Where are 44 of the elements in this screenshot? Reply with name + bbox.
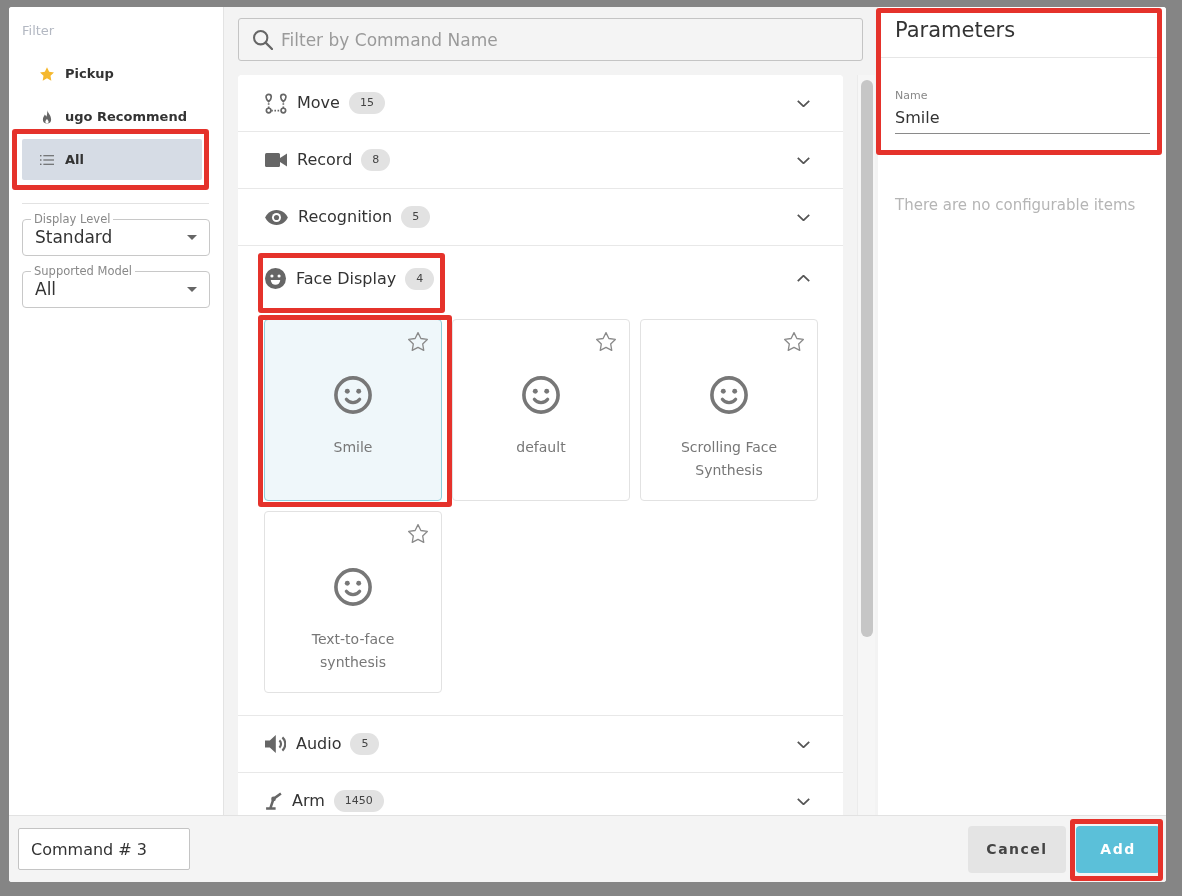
caret-icon: [187, 235, 197, 240]
count-badge: 1450: [333, 790, 384, 812]
eye-icon: [265, 209, 288, 225]
count-badge: 8: [361, 149, 391, 171]
smiley-icon: [334, 376, 372, 414]
command-card[interactable]: default: [452, 319, 630, 501]
filter-item[interactable]: Pickup: [22, 53, 202, 94]
filter-heading: Filter: [22, 22, 55, 40]
command-card[interactable]: Scrolling Face Synthesis: [640, 319, 818, 501]
caret-icon: [187, 287, 197, 292]
video-camera-icon: [265, 153, 287, 167]
smiley-icon: [334, 568, 372, 606]
flame-icon: [40, 109, 54, 124]
count-badge: 4: [405, 267, 435, 290]
route-icon: [265, 92, 287, 114]
star-icon[interactable]: [596, 332, 616, 351]
select-field[interactable]: Supported Model All: [22, 264, 210, 308]
robot-arm-icon: [265, 792, 282, 810]
count-badge: 5: [401, 206, 431, 228]
name-field[interactable]: Smile: [895, 105, 1150, 134]
command-name-field[interactable]: Command # 3: [18, 828, 190, 870]
empty-message: There are no configurable items: [895, 195, 1136, 216]
count-badge: 15: [348, 92, 385, 114]
select-field[interactable]: Display Level Standard: [22, 212, 210, 256]
count-badge: 5: [350, 733, 380, 755]
search-icon: [253, 30, 273, 50]
filter-item[interactable]: ugo Recommend: [22, 96, 202, 137]
speaker-icon: [265, 735, 286, 753]
panel-title: Parameters: [878, 7, 1160, 58]
search-field[interactable]: Filter by Command Name: [238, 18, 863, 61]
filter-item[interactable]: All: [22, 139, 202, 180]
smiley-icon: [710, 376, 748, 414]
list-icon: [40, 152, 54, 167]
star-icon: [40, 66, 54, 81]
cancel-button[interactable]: Cancel: [968, 825, 1066, 873]
smiley-icon: [522, 376, 560, 414]
field-label: Name: [895, 89, 928, 103]
command-card[interactable]: Text-to-face synthesis: [264, 511, 442, 693]
star-icon[interactable]: [408, 524, 428, 543]
star-icon[interactable]: [408, 332, 428, 351]
star-icon[interactable]: [784, 332, 804, 351]
face-icon: [265, 268, 286, 289]
command-card[interactable]: Smile: [264, 319, 442, 501]
scrollbar-thumb[interactable]: [861, 80, 873, 637]
